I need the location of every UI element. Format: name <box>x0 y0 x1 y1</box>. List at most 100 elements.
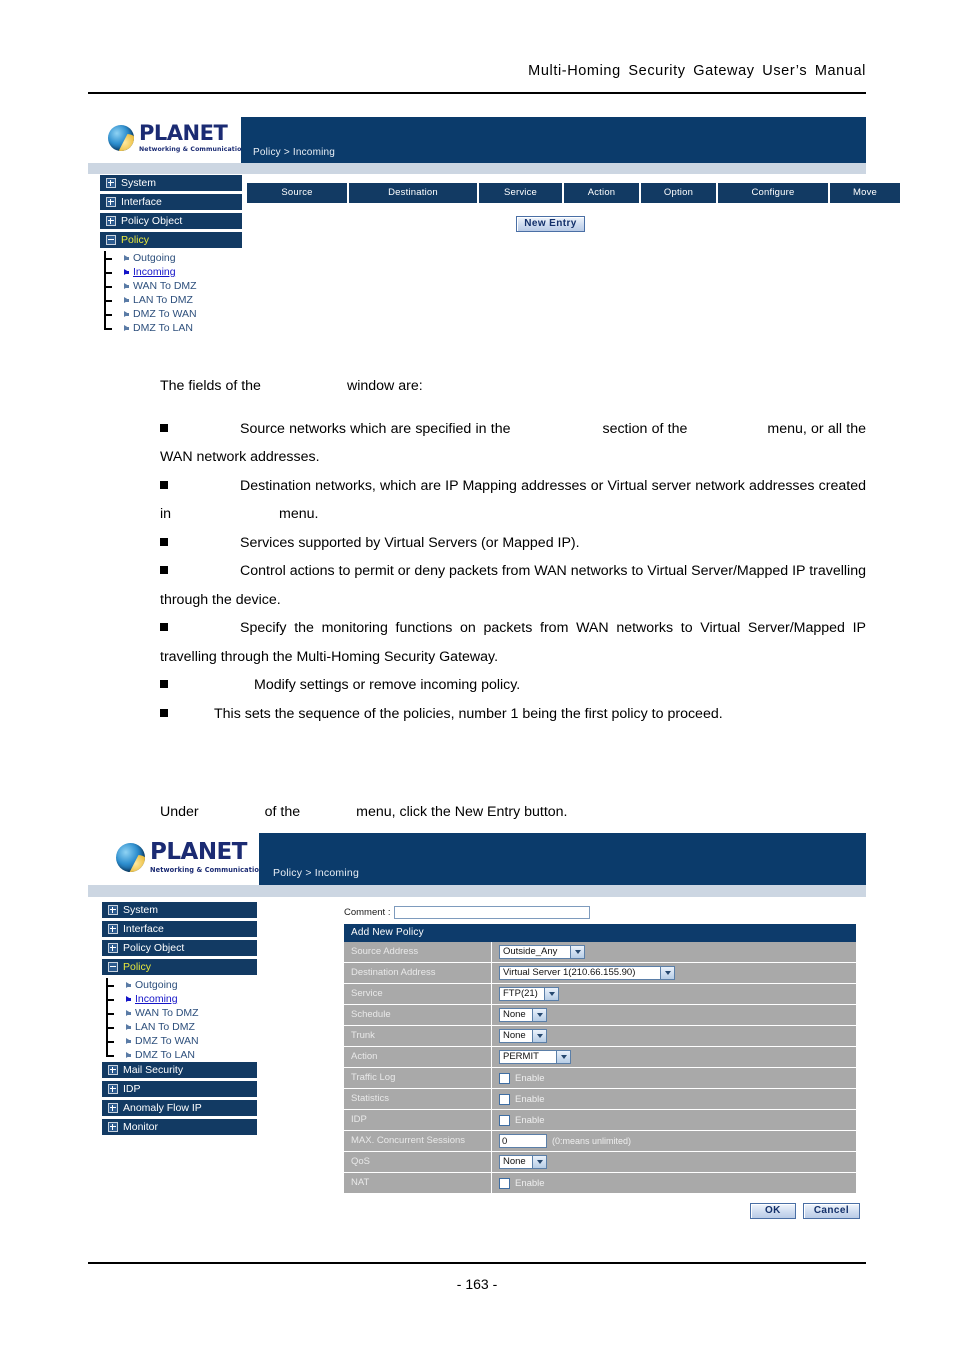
sidebar-item-label: LAN To DMZ <box>135 1021 195 1033</box>
arrow-right-icon <box>126 1038 131 1044</box>
plus-box-icon <box>108 943 118 953</box>
schedule-select[interactable]: None <box>499 1008 547 1022</box>
idp-checkbox[interactable] <box>499 1114 510 1126</box>
column-header-option: Option <box>641 183 716 203</box>
plus-box-icon <box>108 1103 118 1113</box>
tree-connector <box>106 978 108 1055</box>
policy-table-header: Source Destination Service Action Option Conf… <box>247 183 900 203</box>
sidebar-item-policy-object[interactable]: Policy Object <box>100 213 242 230</box>
sidebar-item-lan-to-dmz[interactable]: LAN To DMZ <box>104 293 242 307</box>
checkbox-label: Enable <box>515 1114 545 1126</box>
sidebar-item-system[interactable]: System <box>102 902 257 919</box>
action-select[interactable]: PERMIT <box>499 1050 571 1064</box>
sidebar-item-label: Incoming <box>133 266 176 278</box>
sidebar-item-lan-to-dmz[interactable]: LAN To DMZ <box>106 1020 257 1034</box>
form-row-qos: QoS None <box>344 1152 856 1173</box>
chevron-down-icon[interactable] <box>544 988 558 1000</box>
sidebar-item-idp[interactable]: IDP <box>102 1081 257 1098</box>
sidebar-item-label: WAN To DMZ <box>133 280 197 292</box>
sidebar-item-anomaly-flow-ip[interactable]: Anomaly Flow IP <box>102 1100 257 1117</box>
device-ui-topbar: PLANET Networking & Communication Policy… <box>88 117 866 163</box>
bullet-square-icon <box>160 708 168 717</box>
trunk-select[interactable]: None <box>499 1029 547 1043</box>
field-label: Source Address <box>344 942 492 962</box>
bullet-square-icon <box>160 480 168 489</box>
sidebar-item-mail-security[interactable]: Mail Security <box>102 1062 257 1079</box>
field-label: MAX. Concurrent Sessions <box>344 1131 492 1151</box>
bold-term-gap <box>172 415 240 444</box>
bullet-square-icon <box>160 537 168 546</box>
form-row-service: Service FTP(21) <box>344 984 856 1005</box>
sidebar-item-dmz-to-wan[interactable]: DMZ To WAN <box>106 1034 257 1048</box>
plus-box-icon <box>108 924 118 934</box>
service-select[interactable]: FTP(21) <box>499 987 559 1001</box>
sidebar-item-label: LAN To DMZ <box>133 294 193 306</box>
planet-logo-2: PLANET Networking & Communication <box>116 841 264 874</box>
field-value: None <box>492 1027 856 1045</box>
chevron-down-icon[interactable] <box>532 1156 546 1168</box>
arrow-right-icon <box>124 269 129 275</box>
comment-input[interactable] <box>394 906 591 919</box>
sidebar-item-incoming[interactable]: Incoming <box>104 265 242 279</box>
chevron-down-icon[interactable] <box>556 1051 570 1063</box>
under-after: menu, click the New Entry button. <box>356 804 568 820</box>
source-address-select[interactable]: Outside_Any <box>499 945 585 959</box>
sidebar-item-outgoing[interactable]: Outgoing <box>104 251 242 265</box>
cancel-button[interactable]: Cancel <box>802 1203 861 1219</box>
sidebar-item-dmz-to-wan[interactable]: DMZ To WAN <box>104 307 242 321</box>
bullet-item: This sets the sequence of the policies, … <box>160 700 866 729</box>
sidebar-item-label: Outgoing <box>135 979 178 991</box>
sidebar-item-wan-to-dmz[interactable]: WAN To DMZ <box>106 1006 257 1020</box>
sidebar-item-incoming[interactable]: Incoming <box>106 992 257 1006</box>
qos-select[interactable]: None <box>499 1155 547 1169</box>
sidebar-item-policy[interactable]: Policy <box>100 232 242 249</box>
sidebar-item-label: System <box>121 177 157 189</box>
sidebar-item-wan-to-dmz[interactable]: WAN To DMZ <box>104 279 242 293</box>
sidebar-item-policy-object[interactable]: Policy Object <box>102 940 257 957</box>
sidebar-item-interface[interactable]: Interface <box>100 194 242 211</box>
arrow-right-icon <box>126 996 131 1002</box>
chevron-down-icon[interactable] <box>532 1030 546 1042</box>
nat-checkbox[interactable] <box>499 1177 510 1189</box>
arrow-right-icon <box>124 283 129 289</box>
brand-name: PLANET <box>150 839 247 865</box>
statistics-checkbox[interactable] <box>499 1093 510 1105</box>
chevron-down-icon[interactable] <box>660 967 674 979</box>
sidebar-item-label: DMZ To LAN <box>135 1049 195 1061</box>
sidebar-item-monitor[interactable]: Monitor <box>102 1119 257 1136</box>
sidebar-item-interface[interactable]: Interface <box>102 921 257 938</box>
bullet-text: This sets the sequence of the policies, … <box>214 705 723 722</box>
field-value: PERMIT <box>492 1048 856 1066</box>
sidebar-item-label: DMZ To WAN <box>133 308 197 320</box>
breadcrumb: Policy > Incoming <box>253 147 336 158</box>
comment-label: Comment : <box>344 907 391 918</box>
subbar-divider <box>88 163 866 175</box>
ok-button[interactable]: OK <box>750 1203 796 1219</box>
sidebar-item-policy[interactable]: Policy <box>102 959 257 976</box>
new-entry-button[interactable]: New Entry <box>516 216 585 232</box>
field-value: FTP(21) <box>492 985 856 1003</box>
destination-address-select[interactable]: Virtual Server 1(210.66.155.90) <box>499 966 675 980</box>
sidebar-item-system[interactable]: System <box>100 175 242 192</box>
panel-title: Add New Policy <box>344 924 856 942</box>
chevron-down-icon[interactable] <box>570 946 584 958</box>
field-value: Virtual Server 1(210.66.155.90) <box>492 964 856 982</box>
plus-box-icon <box>108 1065 118 1075</box>
field-label: Statistics <box>344 1089 492 1109</box>
sidebar-item-dmz-to-lan[interactable]: DMZ To LAN <box>104 321 242 335</box>
sidebar-item-label: Interface <box>123 923 164 935</box>
max-concurrent-sessions-input[interactable]: 0 <box>499 1134 547 1148</box>
bullet-item: Destination networks, which are IP Mappi… <box>160 472 866 529</box>
arrow-right-icon <box>126 1024 131 1030</box>
bullet-text: Control actions to permit or deny packet… <box>160 563 866 608</box>
form-row-statistics: Statistics Enable <box>344 1089 856 1110</box>
arrow-right-icon <box>124 311 129 317</box>
arrow-right-icon <box>124 297 129 303</box>
chevron-down-icon[interactable] <box>532 1009 546 1021</box>
traffic-log-checkbox[interactable] <box>499 1072 510 1084</box>
bold-term-gap <box>172 671 254 700</box>
selected-option: PERMIT <box>503 1051 539 1063</box>
column-header-service: Service <box>479 183 562 203</box>
sidebar-item-outgoing[interactable]: Outgoing <box>106 978 257 992</box>
sidebar-item-dmz-to-lan[interactable]: DMZ To LAN <box>106 1048 257 1062</box>
